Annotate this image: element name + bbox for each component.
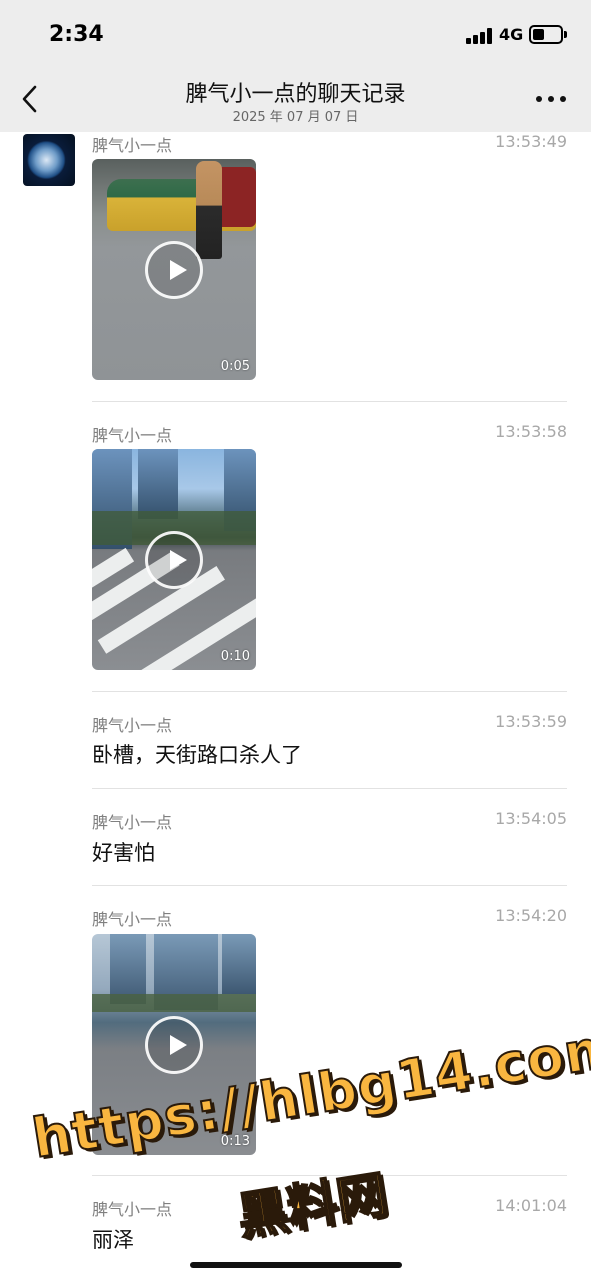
divider xyxy=(92,401,567,402)
battery-tip xyxy=(564,31,567,38)
message-time: 13:53:59 xyxy=(495,712,567,731)
status-time: 2:34 xyxy=(49,22,104,47)
avatar[interactable] xyxy=(23,134,75,186)
divider xyxy=(92,691,567,692)
video-message[interactable]: 0:05 xyxy=(92,159,256,380)
network-type: 4G xyxy=(499,25,524,44)
battery-icon xyxy=(529,25,563,44)
video-thumbnail-scene xyxy=(196,161,222,259)
message-time: 13:53:58 xyxy=(495,422,567,441)
message-sender: 脾气小一点 xyxy=(92,910,173,929)
home-indicator[interactable] xyxy=(190,1262,402,1268)
watermark-site-name: 黑料网 xyxy=(233,1164,392,1247)
page-subtitle-date: 2025 年 07 月 07 日 xyxy=(232,110,359,125)
play-icon[interactable] xyxy=(145,1016,203,1074)
message-text: 卧槽，天街路口杀人了 xyxy=(92,743,302,767)
message-sender: 脾气小一点 xyxy=(92,716,173,735)
message-text: 好害怕 xyxy=(92,841,155,865)
divider xyxy=(92,885,567,886)
message-time: 13:53:49 xyxy=(495,132,567,151)
video-thumbnail-scene xyxy=(216,167,256,227)
more-button[interactable] xyxy=(536,96,566,104)
message-sender: 脾气小一点 xyxy=(92,136,173,155)
video-thumbnail-scene xyxy=(222,934,256,994)
video-thumbnail-scene xyxy=(138,449,178,519)
ellipsis-dot xyxy=(548,96,554,102)
message-sender: 脾气小一点 xyxy=(92,813,173,832)
play-icon[interactable] xyxy=(145,531,203,589)
video-duration: 0:05 xyxy=(220,359,250,374)
play-icon[interactable] xyxy=(145,241,203,299)
video-duration: 0:10 xyxy=(220,649,250,664)
message-text: 丽泽 xyxy=(92,1228,134,1252)
message-time: 14:01:04 xyxy=(495,1196,567,1215)
message-time: 13:54:05 xyxy=(495,809,567,828)
message-sender: 脾气小一点 xyxy=(92,426,173,445)
top-bar: 2:34 4G 脾气小一点的聊天记录 2025 年 07 月 07 日 xyxy=(0,0,591,132)
video-thumbnail-scene xyxy=(92,994,256,1012)
ellipsis-dot xyxy=(560,96,566,102)
video-message[interactable]: 0:10 xyxy=(92,449,256,670)
page-title: 脾气小一点的聊天记录 xyxy=(185,82,406,107)
ellipsis-icon xyxy=(536,96,542,102)
cellular-signal-icon xyxy=(466,28,494,44)
message-sender: 脾气小一点 xyxy=(92,1200,173,1219)
message-time: 13:54:20 xyxy=(495,906,567,925)
divider xyxy=(92,788,567,789)
